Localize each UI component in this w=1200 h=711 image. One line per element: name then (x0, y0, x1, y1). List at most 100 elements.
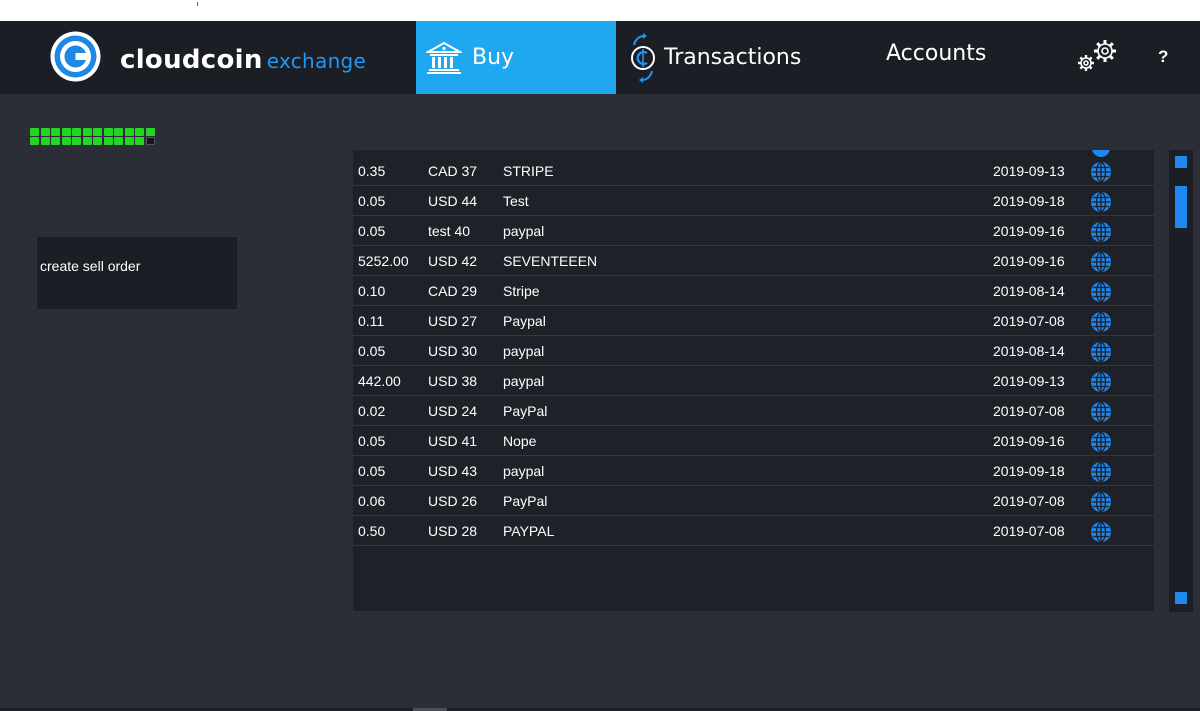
table-row[interactable]: 0.05 USD 41 Nope 2019-09-16 (353, 426, 1154, 456)
order-method: SEVENTEEEN (503, 253, 598, 269)
globe-icon[interactable] (1090, 191, 1112, 213)
brand-subtitle: exchange (266, 49, 367, 73)
progress-segment (30, 128, 39, 136)
order-date: 2019-07-08 (993, 493, 1065, 509)
progress-segment (82, 137, 92, 145)
globe-icon[interactable] (1090, 491, 1112, 513)
create-sell-order-button[interactable]: create sell order (37, 237, 237, 309)
globe-icon[interactable] (1090, 341, 1112, 363)
order-amount: 0.06 (358, 493, 386, 509)
order-currency: USD 30 (428, 343, 478, 359)
globe-icon[interactable] (1090, 401, 1112, 423)
order-amount: 0.05 (358, 223, 386, 239)
order-amount: 0.10 (358, 283, 386, 299)
table-row[interactable]: 0.10 CAD 29 Stripe 2019-08-14 (353, 276, 1154, 306)
table-row[interactable]: 0.05 USD 30 paypal 2019-08-14 (353, 336, 1154, 366)
tab-buy[interactable]: Buy (416, 21, 616, 94)
order-method: PayPal (503, 403, 548, 419)
progress-segment (82, 128, 92, 136)
brand-title: cloudcoin exchange (120, 45, 366, 75)
globe-icon[interactable] (1090, 251, 1112, 273)
progress-segment (40, 137, 50, 145)
table-row[interactable]: 0.05 USD 44 Test 2019-09-18 (353, 186, 1154, 216)
orders-scrollbar[interactable] (1169, 150, 1193, 612)
order-currency: USD 26 (428, 493, 478, 509)
progress-segment (145, 137, 155, 145)
globe-icon[interactable] (1090, 161, 1112, 183)
table-row[interactable]: 0.11 USD 27 Paypal 2019-07-08 (353, 306, 1154, 336)
orders-table: 0.35 CAD 37 STRIPE 2019-09-13 0.05 USD 44 Test… (353, 150, 1154, 611)
order-method: Nope (503, 433, 537, 449)
top-strip-tick (197, 2, 198, 6)
order-amount: 0.05 (358, 343, 386, 359)
help-button[interactable]: ? (1158, 47, 1168, 67)
scroll-up-button[interactable] (1175, 156, 1187, 168)
table-row[interactable]: 0.05 USD 43 paypal 2019-09-18 (353, 456, 1154, 486)
scroll-thumb[interactable] (1175, 186, 1187, 228)
navbar: cloudcoin exchange Buy Transactions Acco… (0, 21, 1200, 94)
order-currency: USD 24 (428, 403, 478, 419)
progress-segment (61, 128, 71, 136)
main-area: create sell order 0.35 CAD 37 STRIPE 2019-0… (0, 94, 1200, 711)
progress-segment (40, 128, 50, 136)
order-date: 2019-09-18 (993, 193, 1065, 209)
globe-icon[interactable] (1090, 521, 1112, 543)
sync-progress-bar (30, 128, 164, 148)
order-amount: 0.05 (358, 193, 386, 209)
order-amount: 442.00 (358, 373, 401, 389)
progress-segment (93, 137, 102, 145)
table-row[interactable]: 5252.00 USD 42 SEVENTEEEN 2019-09-16 (353, 246, 1154, 276)
progress-segment (124, 128, 134, 136)
globe-icon[interactable] (1090, 311, 1112, 333)
globe-icon[interactable] (1090, 461, 1112, 483)
progress-segment (103, 128, 113, 136)
cloudcoin-logo-icon (50, 31, 101, 82)
order-currency: USD 27 (428, 313, 478, 329)
globe-icon[interactable] (1090, 431, 1112, 453)
window-top-strip (0, 0, 1200, 21)
gear-icon[interactable] (1068, 37, 1122, 77)
order-currency: CAD 29 (428, 283, 478, 299)
tab-accounts-label: Accounts (886, 41, 987, 66)
progress-segment (135, 128, 144, 136)
order-amount: 0.05 (358, 433, 386, 449)
order-currency: CAD 37 (428, 163, 478, 179)
globe-icon[interactable] (1090, 371, 1112, 393)
table-row[interactable]: 0.05 test 40 paypal 2019-09-16 (353, 216, 1154, 246)
globe-icon[interactable] (1090, 221, 1112, 243)
order-method: PAYPAL (503, 523, 555, 539)
tab-transactions-label: Transactions (664, 45, 802, 70)
table-row[interactable]: 0.02 USD 24 PayPal 2019-07-08 (353, 396, 1154, 426)
tab-accounts[interactable]: Accounts (886, 17, 1006, 90)
order-currency: USD 42 (428, 253, 478, 269)
order-method: Paypal (503, 313, 546, 329)
order-method: Test (503, 193, 529, 209)
order-amount: 0.35 (358, 163, 386, 179)
table-row[interactable]: 0.35 CAD 37 STRIPE 2019-09-13 (353, 156, 1154, 186)
order-date: 2019-08-14 (993, 283, 1065, 299)
order-currency: USD 44 (428, 193, 478, 209)
progress-segment (114, 137, 123, 145)
progress-segment (103, 137, 113, 145)
order-method: paypal (503, 373, 545, 389)
table-row[interactable]: 0.50 USD 28 PAYPAL 2019-07-08 (353, 516, 1154, 546)
order-date: 2019-07-08 (993, 523, 1065, 539)
tab-transactions[interactable]: Transactions (628, 21, 828, 94)
order-date: 2019-09-13 (993, 163, 1065, 179)
order-date: 2019-09-16 (993, 223, 1065, 239)
order-date: 2019-09-16 (993, 253, 1065, 269)
scroll-down-button[interactable] (1175, 592, 1187, 604)
table-row[interactable]: 442.00 USD 38 paypal 2019-09-13 (353, 366, 1154, 396)
order-date: 2019-09-16 (993, 433, 1065, 449)
order-currency: USD 28 (428, 523, 478, 539)
order-date: 2019-09-13 (993, 373, 1065, 389)
progress-segment (114, 128, 123, 136)
order-amount: 0.11 (358, 313, 385, 329)
globe-icon[interactable] (1090, 281, 1112, 303)
progress-segment (30, 137, 39, 145)
progress-segment (51, 128, 60, 136)
brand-name: cloudcoin (120, 45, 263, 75)
table-row[interactable]: 0.06 USD 26 PayPal 2019-07-08 (353, 486, 1154, 516)
order-amount: 5252.00 (358, 253, 409, 269)
progress-segment (72, 137, 81, 145)
